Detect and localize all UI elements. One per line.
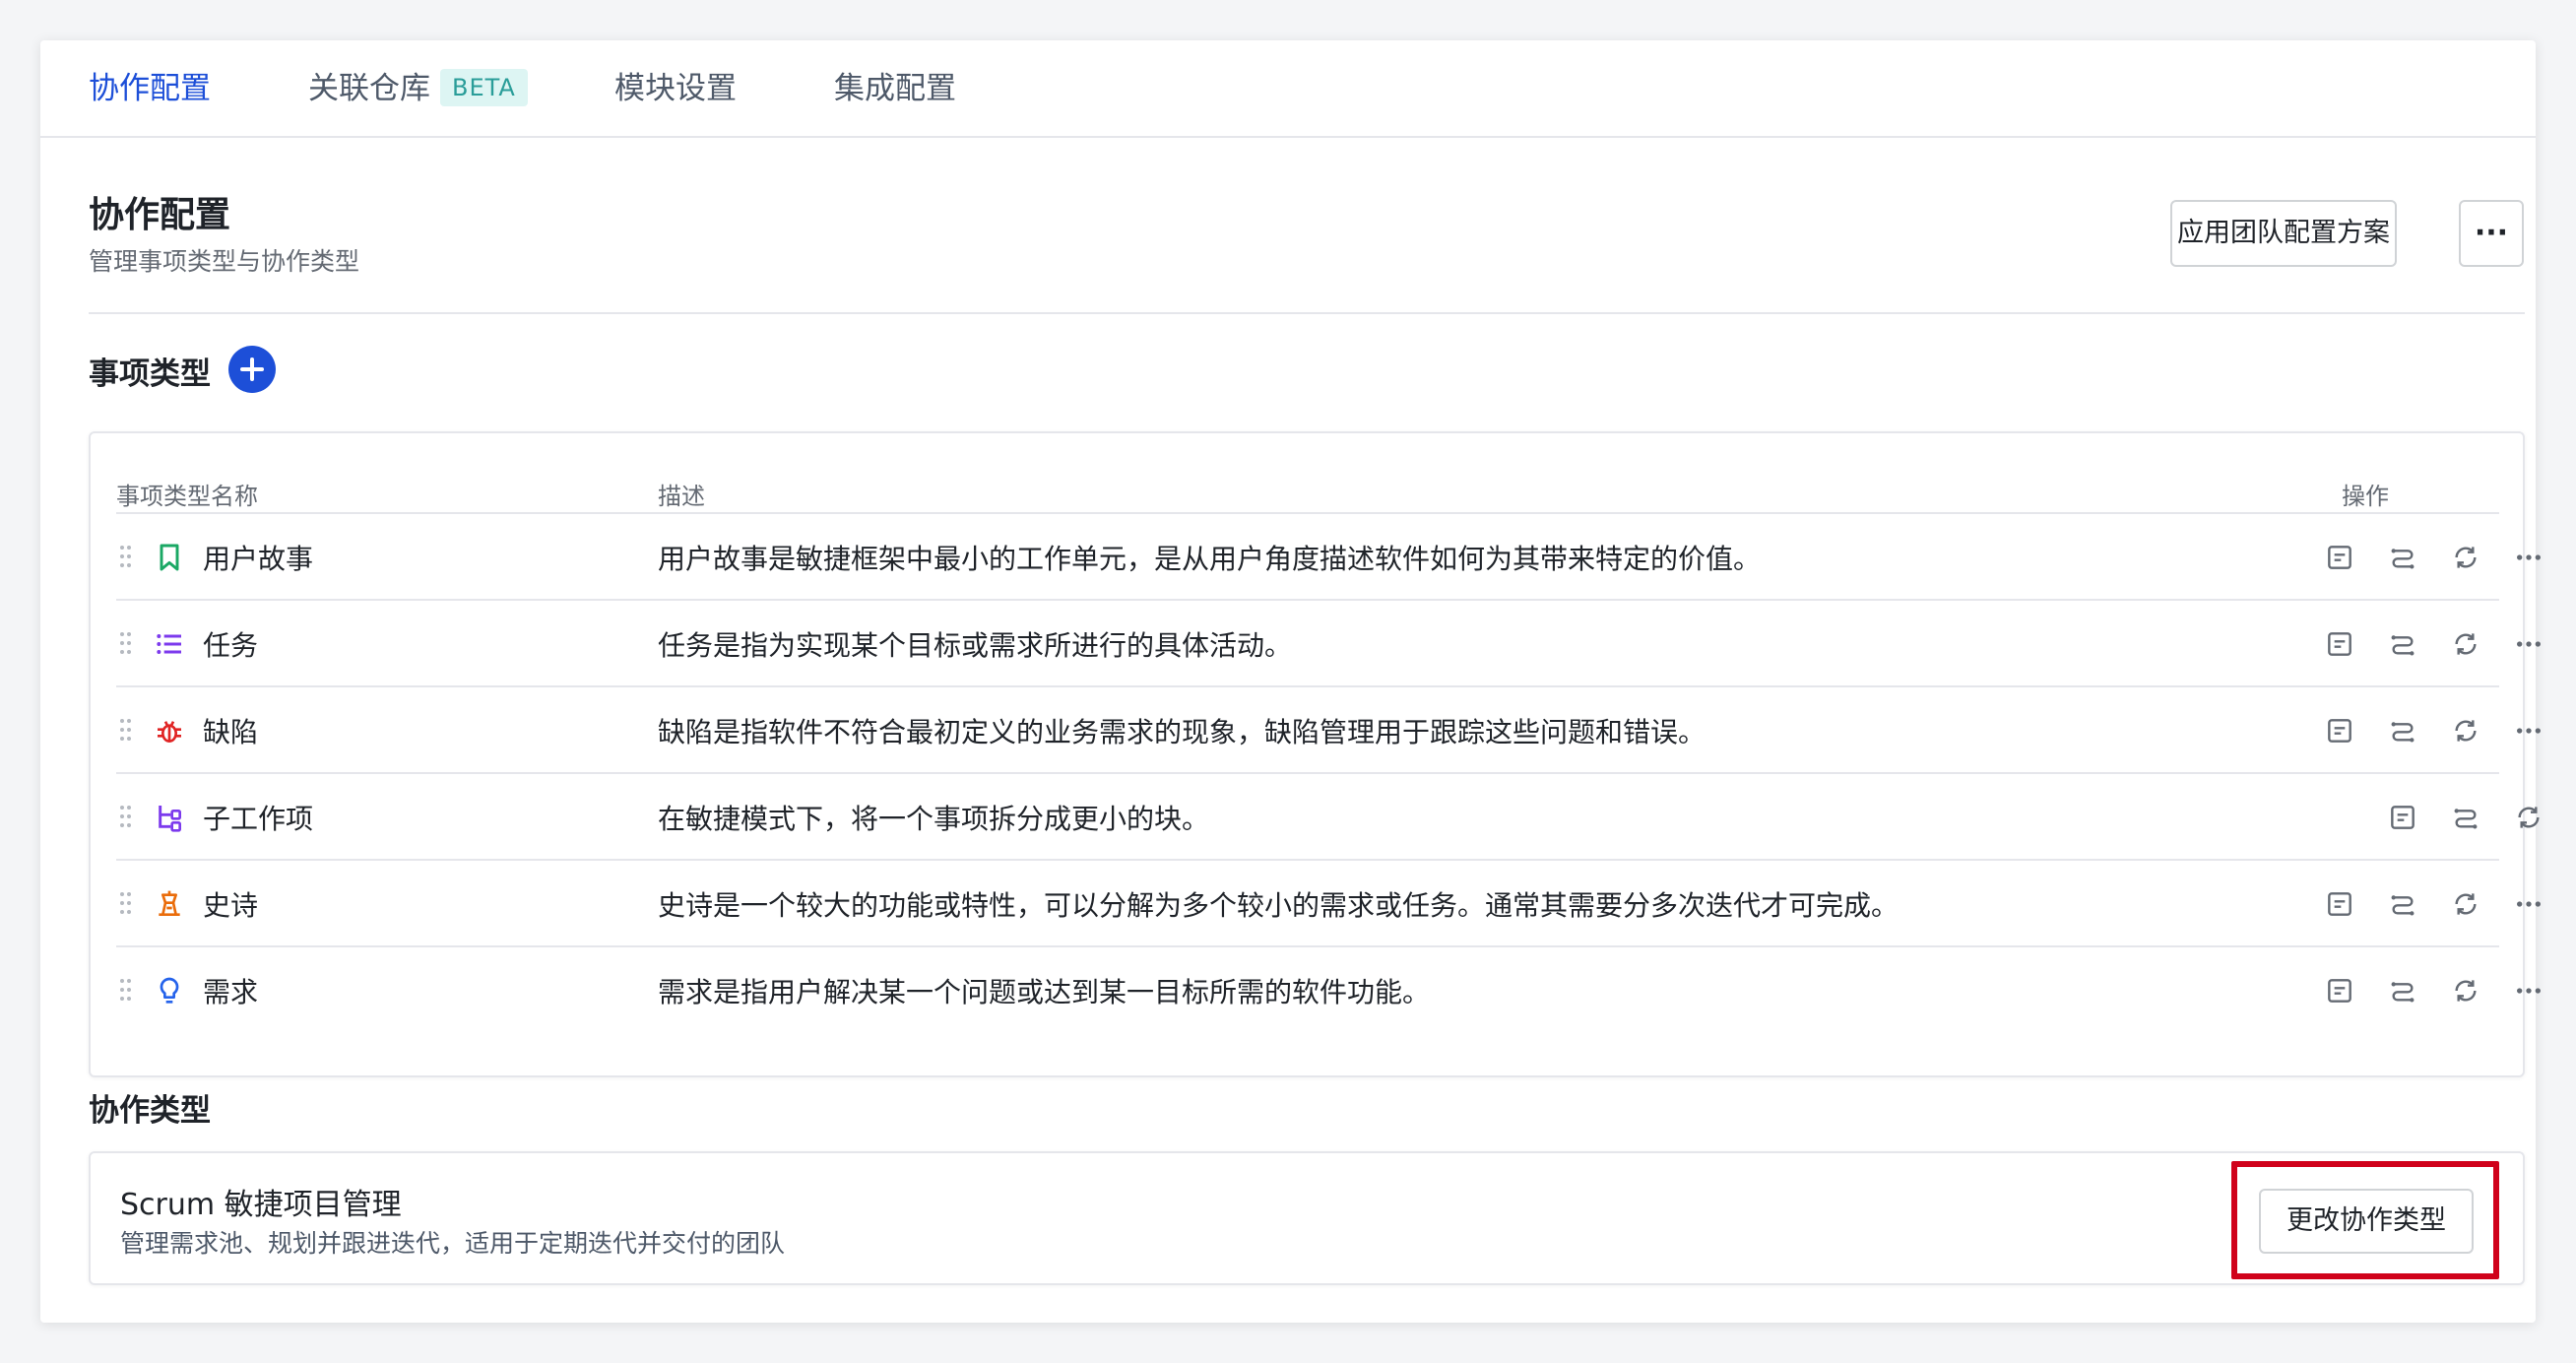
issue-type-description: 史诗是一个较大的功能或特性，可以分解为多个较小的需求或任务。通常其需要分多次迭代… (658, 889, 1900, 922)
collab-types-title: 协作类型 (89, 1093, 211, 1129)
edit-fields-icon[interactable] (2324, 975, 2355, 1006)
collab-type-card: Scrum 敏捷项目管理 管理需求池、规划并跟进迭代，适用于定期迭代并交付的团队 (89, 1151, 2525, 1285)
issue-types-title: 事项类型 (89, 357, 211, 392)
table-row: 任务 任务是指为实现某个目标或需求所进行的具体活动。 (116, 599, 2541, 685)
refresh-icon[interactable] (2450, 715, 2481, 746)
refresh-icon[interactable] (2450, 542, 2481, 573)
issue-type-description: 需求是指用户解决某一个问题或达到某一目标所需的软件功能。 (658, 976, 1431, 1008)
drag-handle-icon[interactable] (120, 979, 132, 1003)
tab-integration-config[interactable]: 集成配置 (834, 40, 956, 138)
workflow-icon[interactable] (2387, 542, 2418, 573)
epic-icon (159, 890, 180, 916)
column-header-description: 描述 (658, 483, 705, 510)
collab-type-description: 管理需求池、规划并跟进迭代，适用于定期迭代并交付的团队 (120, 1229, 786, 1258)
list-icon (157, 634, 181, 654)
drag-handle-icon[interactable] (120, 892, 132, 916)
drag-handle-icon[interactable] (120, 719, 132, 743)
more-icon[interactable] (2513, 628, 2544, 660)
tab-label: 协作配置 (89, 71, 211, 106)
tab-module-settings[interactable]: 模块设置 (614, 40, 737, 138)
more-icon[interactable] (2513, 542, 2544, 573)
apply-team-config-button[interactable]: 应用团队配置方案 (2170, 200, 2397, 267)
beta-badge: BETA (440, 68, 528, 106)
workflow-icon[interactable] (2387, 628, 2418, 660)
header-divider (89, 312, 2525, 314)
edit-fields-icon[interactable] (2324, 628, 2355, 660)
workflow-icon[interactable] (2450, 802, 2481, 833)
more-icon[interactable] (2513, 975, 2544, 1006)
add-issue-type-button[interactable] (228, 346, 276, 393)
bug-icon (158, 721, 181, 743)
tab-label: 关联仓库 (308, 71, 430, 106)
edit-fields-icon[interactable] (2324, 888, 2355, 920)
lightbulb-icon (160, 977, 179, 1004)
issue-type-name: 用户故事 (203, 543, 314, 575)
tab-label: 模块设置 (614, 71, 737, 106)
issue-type-description: 用户故事是敏捷框架中最小的工作单元，是从用户角度描述软件如何为其带来特定的价值。 (658, 543, 1762, 575)
drag-handle-icon[interactable] (120, 546, 132, 569)
issue-types-table: 事项类型名称 描述 操作 用户故事 用户故事是敏捷框架中最小的工作单元，是从用户… (89, 431, 2541, 1077)
refresh-icon[interactable] (2450, 975, 2481, 1006)
issue-type-name: 缺陷 (203, 716, 259, 748)
tab-linked-repo[interactable]: 关联仓库 BETA (308, 40, 528, 138)
issue-type-description: 缺陷是指软件不符合最初定义的业务需求的现象，缺陷管理用于跟踪这些问题和错误。 (658, 716, 1707, 748)
more-icon[interactable] (2513, 715, 2544, 746)
table-row: 用户故事 用户故事是敏捷框架中最小的工作单元，是从用户角度描述软件如何为其带来特… (116, 512, 2541, 599)
tab-collab-config[interactable]: 协作配置 (89, 40, 211, 138)
drag-handle-icon[interactable] (120, 632, 132, 656)
refresh-icon[interactable] (2513, 802, 2544, 833)
table-row: 缺陷 缺陷是指软件不符合最初定义的业务需求的现象，缺陷管理用于跟踪这些问题和错误… (116, 685, 2541, 772)
issue-type-name: 任务 (203, 629, 259, 662)
column-header-name: 事项类型名称 (116, 483, 258, 510)
edit-fields-icon[interactable] (2387, 802, 2418, 833)
change-collab-type-button[interactable]: 更改协作类型 (2259, 1189, 2474, 1254)
refresh-icon[interactable] (2450, 628, 2481, 660)
page-subtitle: 管理事项类型与协作类型 (89, 247, 360, 276)
refresh-icon[interactable] (2450, 888, 2481, 920)
issue-type-description: 在敏捷模式下，将一个事项拆分成更小的块。 (658, 803, 1210, 835)
workflow-icon[interactable] (2387, 715, 2418, 746)
edit-fields-icon[interactable] (2324, 542, 2355, 573)
collab-type-name: Scrum 敏捷项目管理 (120, 1188, 402, 1222)
issue-type-name: 子工作项 (203, 803, 314, 835)
issue-type-description: 任务是指为实现某个目标或需求所进行的具体活动。 (658, 629, 1293, 662)
drag-handle-icon[interactable] (120, 806, 132, 829)
page-title: 协作配置 (89, 195, 231, 235)
workflow-icon[interactable] (2387, 888, 2418, 920)
issue-type-name: 史诗 (203, 889, 259, 922)
edit-fields-icon[interactable] (2324, 715, 2355, 746)
workflow-icon[interactable] (2387, 975, 2418, 1006)
settings-card: 协作配置 关联仓库 BETA 模块设置 集成配置 协作配置 管理事项类型与协作类型… (40, 40, 2541, 1323)
column-header-actions: 操作 (2342, 483, 2389, 510)
settings-tabs: 协作配置 关联仓库 BETA 模块设置 集成配置 (40, 40, 2536, 138)
tab-label: 集成配置 (834, 71, 956, 106)
table-row: 史诗 史诗是一个较大的功能或特性，可以分解为多个较小的需求或任务。通常其需要分多… (116, 859, 2541, 945)
more-icon[interactable] (2513, 888, 2544, 920)
bookmark-icon (160, 544, 179, 571)
table-row: 子工作项 在敏捷模式下，将一个事项拆分成更小的块。 (116, 772, 2540, 859)
table-row: 需求 需求是指用户解决某一个问题或达到某一目标所需的软件功能。 (116, 945, 2541, 1032)
more-options-button[interactable]: ··· (2459, 200, 2524, 267)
subtask-icon (159, 806, 181, 832)
issue-type-name: 需求 (203, 976, 259, 1008)
